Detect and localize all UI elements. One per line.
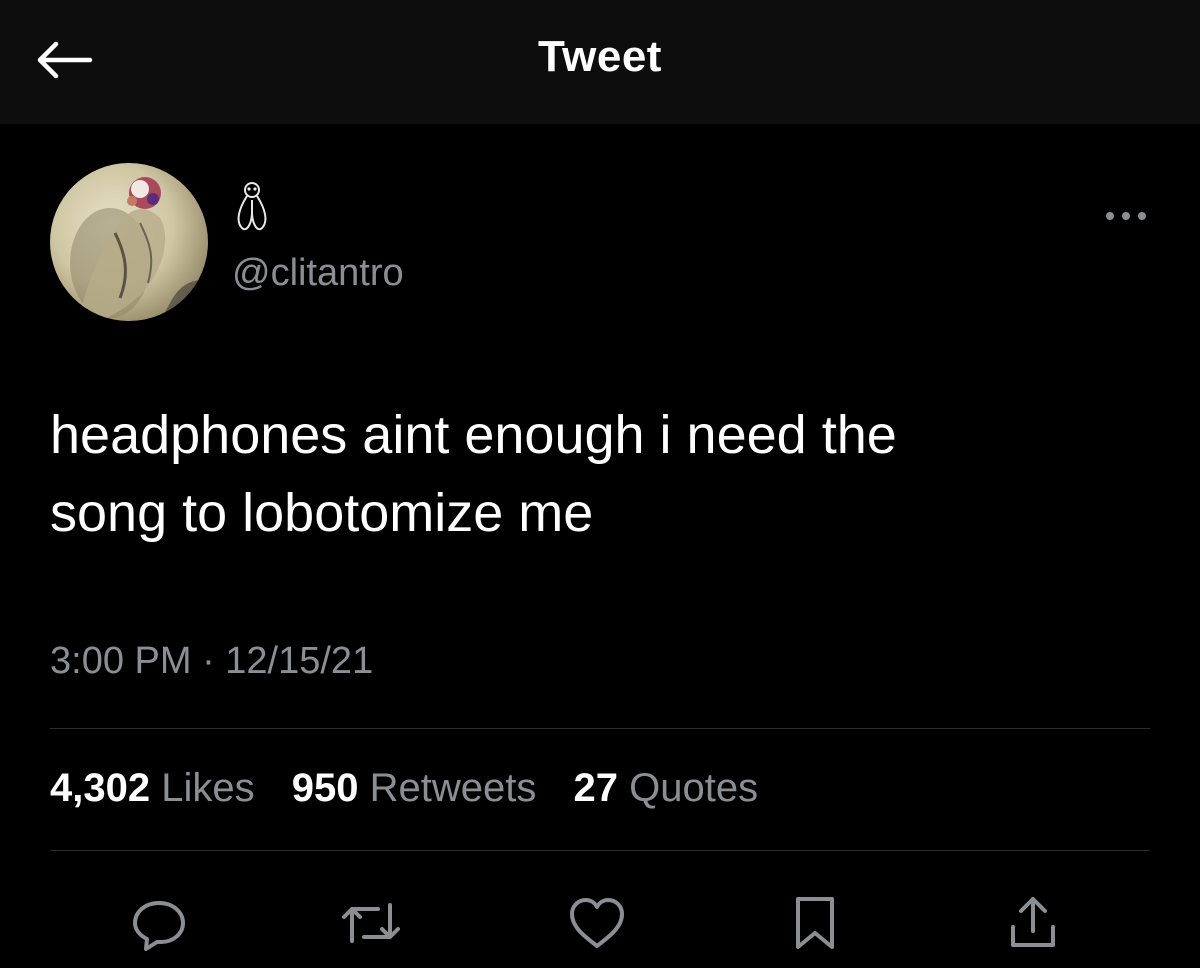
retweets-count: 950 xyxy=(291,766,359,810)
like-button[interactable] xyxy=(562,888,632,958)
tweet-timestamp[interactable]: 3:00 PM · 12/15/21 xyxy=(50,640,373,683)
quotes-label: Quotes xyxy=(629,766,759,810)
retweet-button[interactable] xyxy=(336,888,406,958)
retweets-label: Retweets xyxy=(369,766,537,810)
like-heart-icon xyxy=(570,898,624,948)
user-handle[interactable]: @clitantro xyxy=(232,252,404,295)
display-name-emoji-icon xyxy=(237,182,267,231)
share-button[interactable] xyxy=(998,888,1068,958)
more-horizontal-icon xyxy=(1106,212,1146,220)
page-title: Tweet xyxy=(538,32,662,81)
tweet-text-line: headphones aint enough i need the xyxy=(50,405,897,465)
retweets-stat[interactable]: 950 Retweets xyxy=(292,766,537,811)
share-icon xyxy=(1011,897,1055,947)
divider xyxy=(50,850,1150,851)
likes-label: Likes xyxy=(161,766,255,810)
tweet-actions-bar xyxy=(0,880,1200,960)
avatar[interactable] xyxy=(50,163,208,321)
retweet-icon xyxy=(342,903,400,943)
likes-stat[interactable]: 4,302 Likes xyxy=(50,766,255,811)
display-name[interactable] xyxy=(230,180,280,236)
divider xyxy=(50,728,1150,729)
reply-button[interactable] xyxy=(124,888,194,958)
more-options-button[interactable] xyxy=(1096,196,1156,236)
quotes-count: 27 xyxy=(573,766,619,810)
tweet-text: headphones aint enough i need the song t… xyxy=(50,396,1150,552)
reply-icon xyxy=(133,901,185,951)
bookmark-button[interactable] xyxy=(780,888,850,958)
engagement-stats: 4,302 Likes 950 Retweets 27 Quotes xyxy=(50,766,784,811)
bookmark-icon xyxy=(796,897,834,949)
avatar-image xyxy=(70,177,208,321)
quotes-stat[interactable]: 27 Quotes xyxy=(574,766,759,811)
tweet-text-line: song to lobotomize me xyxy=(50,483,594,543)
likes-count: 4,302 xyxy=(50,766,151,810)
top-app-bar: Tweet xyxy=(0,0,1200,124)
